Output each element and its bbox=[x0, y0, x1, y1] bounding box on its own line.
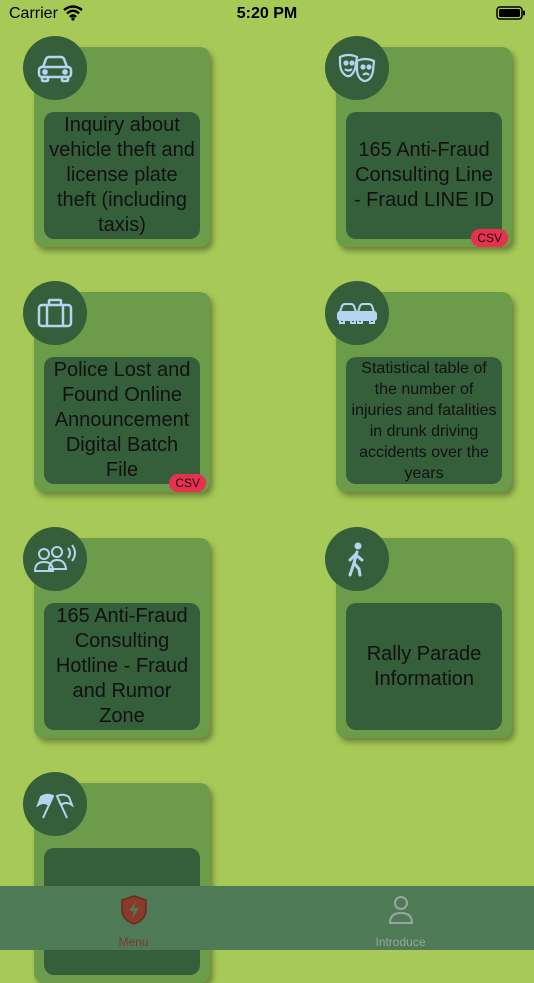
theater-masks-icon bbox=[325, 36, 389, 100]
csv-badge: CSV bbox=[169, 474, 206, 492]
status-bar: Carrier 5:20 PM bbox=[0, 0, 534, 30]
battery-icon bbox=[496, 6, 526, 25]
clock-time: 5:20 PM bbox=[236, 5, 298, 22]
shield-bolt-icon bbox=[120, 894, 148, 931]
tab-menu[interactable]: Menu bbox=[0, 886, 267, 950]
card-label: Rally Parade Information bbox=[346, 603, 502, 730]
briefcase-icon bbox=[23, 281, 87, 345]
card-label: 165 Anti-Fraud Consulting Hotline - Frau… bbox=[44, 603, 200, 730]
people-speaking-icon bbox=[23, 527, 87, 591]
person-icon bbox=[387, 894, 415, 931]
tab-label: Menu bbox=[118, 935, 149, 949]
card-label: Police Lost and Found Online Announcemen… bbox=[44, 357, 200, 484]
car-icon bbox=[23, 36, 87, 100]
csv-badge: CSV bbox=[471, 229, 508, 247]
flags-icon bbox=[23, 772, 87, 836]
card-label: Statistical table of the number of injur… bbox=[346, 357, 502, 484]
cars-icon bbox=[325, 281, 389, 345]
tab-bar: Menu Introduce bbox=[0, 886, 534, 950]
tab-introduce[interactable]: Introduce bbox=[267, 886, 534, 950]
card-label: 165 Anti-Fraud Consulting Line - Fraud L… bbox=[346, 112, 502, 239]
walking-person-icon bbox=[325, 527, 389, 591]
tab-label: Introduce bbox=[375, 935, 426, 949]
card-label: Inquiry about vehicle theft and license … bbox=[44, 112, 200, 239]
